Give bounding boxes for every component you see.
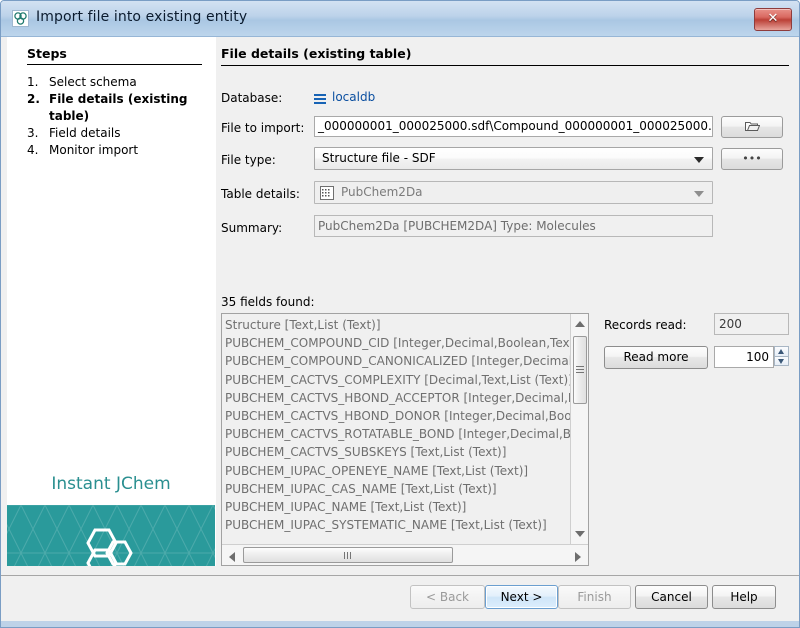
- records-read-value: 200: [714, 313, 789, 335]
- step-item-2[interactable]: 2. File details (existing table): [27, 91, 207, 125]
- cancel-button-label: Cancel: [651, 590, 692, 604]
- list-item[interactable]: PUBCHEM_IUPAC_NAME [Text,List (Text)]: [225, 498, 570, 516]
- step-number: 3.: [27, 125, 49, 142]
- cancel-button[interactable]: Cancel: [635, 585, 708, 609]
- chevron-up-icon: [778, 349, 784, 354]
- page-title-divider: [221, 65, 789, 66]
- list-item[interactable]: PUBCHEM_IUPAC_SYSTEMATIC_NAME [Text,List…: [225, 516, 570, 534]
- list-item[interactable]: PUBCHEM_COMPOUND_CANONICALIZED [Integer,…: [225, 352, 570, 370]
- scroll-right-icon[interactable]: [575, 552, 581, 562]
- step-label: Select schema: [49, 74, 207, 91]
- scroll-thumb-grip: [344, 552, 345, 559]
- summary-value: PubChem2Da [PUBCHEM2DA] Type: Molecules: [314, 215, 713, 237]
- step-number: 2.: [27, 91, 49, 125]
- fields-list-vertical-scrollbar[interactable]: [570, 314, 588, 544]
- dialog-footer: < Back Next > Finish Cancel Help: [1, 575, 800, 628]
- file-type-value: Structure file - SDF: [322, 148, 436, 169]
- database-value[interactable]: localdb: [332, 90, 375, 104]
- main-panel: File details (existing table) Database: …: [216, 37, 794, 566]
- read-more-count-stepper[interactable]: [774, 346, 789, 367]
- step-label: Field details: [49, 125, 207, 142]
- step-item-1[interactable]: 1. Select schema: [27, 74, 207, 91]
- brand-panel: [7, 505, 215, 566]
- step-number: 4.: [27, 142, 49, 159]
- steps-divider: [27, 64, 202, 65]
- records-read-label: Records read:: [604, 318, 687, 332]
- chevron-down-icon: [694, 191, 704, 197]
- step-item-3[interactable]: 3. Field details: [27, 125, 207, 142]
- dialog-content: Steps 1. Select schema 2. File details (…: [1, 37, 800, 575]
- folder-open-icon: [722, 117, 782, 137]
- chevron-down-icon: [694, 157, 704, 163]
- list-item[interactable]: PUBCHEM_CACTVS_HBOND_ACCEPTOR [Integer,D…: [225, 389, 570, 407]
- database-icon: [314, 93, 326, 103]
- file-path-input[interactable]: _000000001_000025000.sdf\Compound_000000…: [314, 116, 713, 137]
- close-icon: ✕: [755, 9, 791, 30]
- scroll-down-icon[interactable]: [575, 531, 585, 537]
- steps-list: 1. Select schema 2. File details (existi…: [27, 74, 207, 159]
- table-details-value: PubChem2Da: [341, 182, 423, 203]
- footer-accent-bar: [1, 621, 800, 628]
- jchem-hexagon-logo: [79, 522, 141, 566]
- file-type-select[interactable]: Structure file - SDF: [314, 147, 713, 170]
- read-more-button[interactable]: Read more: [604, 346, 708, 369]
- brand-name: Instant JChem: [7, 474, 215, 494]
- steps-sidebar: Steps 1. Select schema 2. File details (…: [7, 37, 216, 566]
- fields-list-box[interactable]: Structure [Text,List (Text)] PUBCHEM_COM…: [221, 313, 589, 566]
- database-label: Database:: [221, 91, 282, 105]
- file-type-options-button[interactable]: •••: [721, 148, 783, 170]
- molecule-icon: [12, 10, 29, 27]
- window-title: Import file into existing entity: [36, 9, 247, 25]
- table-details-select[interactable]: PubChem2Da: [314, 181, 713, 204]
- file-type-label: File type:: [221, 153, 276, 167]
- back-button[interactable]: < Back: [410, 585, 485, 609]
- close-button[interactable]: ✕: [754, 8, 792, 31]
- read-more-count-input[interactable]: 100: [714, 346, 774, 368]
- list-item[interactable]: Structure [Text,List (Text)]: [225, 316, 570, 334]
- vertical-scroll-thumb[interactable]: [573, 336, 587, 404]
- list-item[interactable]: PUBCHEM_CACTVS_HBOND_DONOR [Integer,Deci…: [225, 407, 570, 425]
- fields-found-label: 35 fields found:: [221, 295, 314, 309]
- page-title: File details (existing table): [221, 46, 411, 61]
- finish-button[interactable]: Finish: [558, 585, 631, 609]
- browse-file-button[interactable]: [721, 116, 783, 138]
- horizontal-scroll-thumb[interactable]: [243, 547, 453, 563]
- list-item[interactable]: PUBCHEM_IUPAC_CAS_NAME [Text,List (Text)…: [225, 480, 570, 498]
- file-to-import-label: File to import:: [221, 121, 304, 135]
- scroll-up-icon[interactable]: [575, 321, 585, 327]
- next-button[interactable]: Next >: [485, 585, 558, 609]
- fields-list-horizontal-scrollbar[interactable]: [222, 544, 588, 565]
- step-label: File details (existing table): [49, 91, 207, 125]
- table-details-label: Table details:: [221, 187, 300, 201]
- list-item[interactable]: PUBCHEM_CACTVS_ROTATABLE_BOND [Integer,D…: [225, 425, 570, 443]
- next-button-label: Next >: [501, 590, 543, 604]
- help-button-label: Help: [730, 590, 757, 604]
- step-item-4[interactable]: 4. Monitor import: [27, 142, 207, 159]
- back-button-label: < Back: [426, 590, 469, 604]
- scroll-thumb-grip: [576, 366, 584, 367]
- step-label: Monitor import: [49, 142, 207, 159]
- window-titlebar: Import file into existing entity ✕: [1, 1, 800, 37]
- list-item[interactable]: PUBCHEM_CACTVS_SUBSKEYS [Text,List (Text…: [225, 443, 570, 461]
- list-item[interactable]: PUBCHEM_CACTVS_COMPLEXITY [Decimal,Text,…: [225, 371, 570, 389]
- table-grid-icon: [320, 186, 334, 200]
- summary-label: Summary:: [221, 221, 282, 235]
- step-number: 1.: [27, 74, 49, 91]
- finish-button-label: Finish: [577, 590, 611, 604]
- steps-heading: Steps: [27, 46, 67, 61]
- scroll-left-icon[interactable]: [229, 552, 235, 562]
- help-button[interactable]: Help: [712, 585, 776, 609]
- list-item[interactable]: PUBCHEM_IUPAC_OPENEYE_NAME [Text,List (T…: [225, 462, 570, 480]
- list-item[interactable]: PUBCHEM_COMPOUND_CID [Integer,Decimal,Bo…: [225, 334, 570, 352]
- chevron-down-icon: [778, 359, 784, 364]
- ellipsis-icon: •••: [722, 149, 782, 169]
- fields-list: Structure [Text,List (Text)] PUBCHEM_COM…: [222, 314, 570, 544]
- import-wizard-window: Import file into existing entity ✕ Steps…: [0, 0, 800, 628]
